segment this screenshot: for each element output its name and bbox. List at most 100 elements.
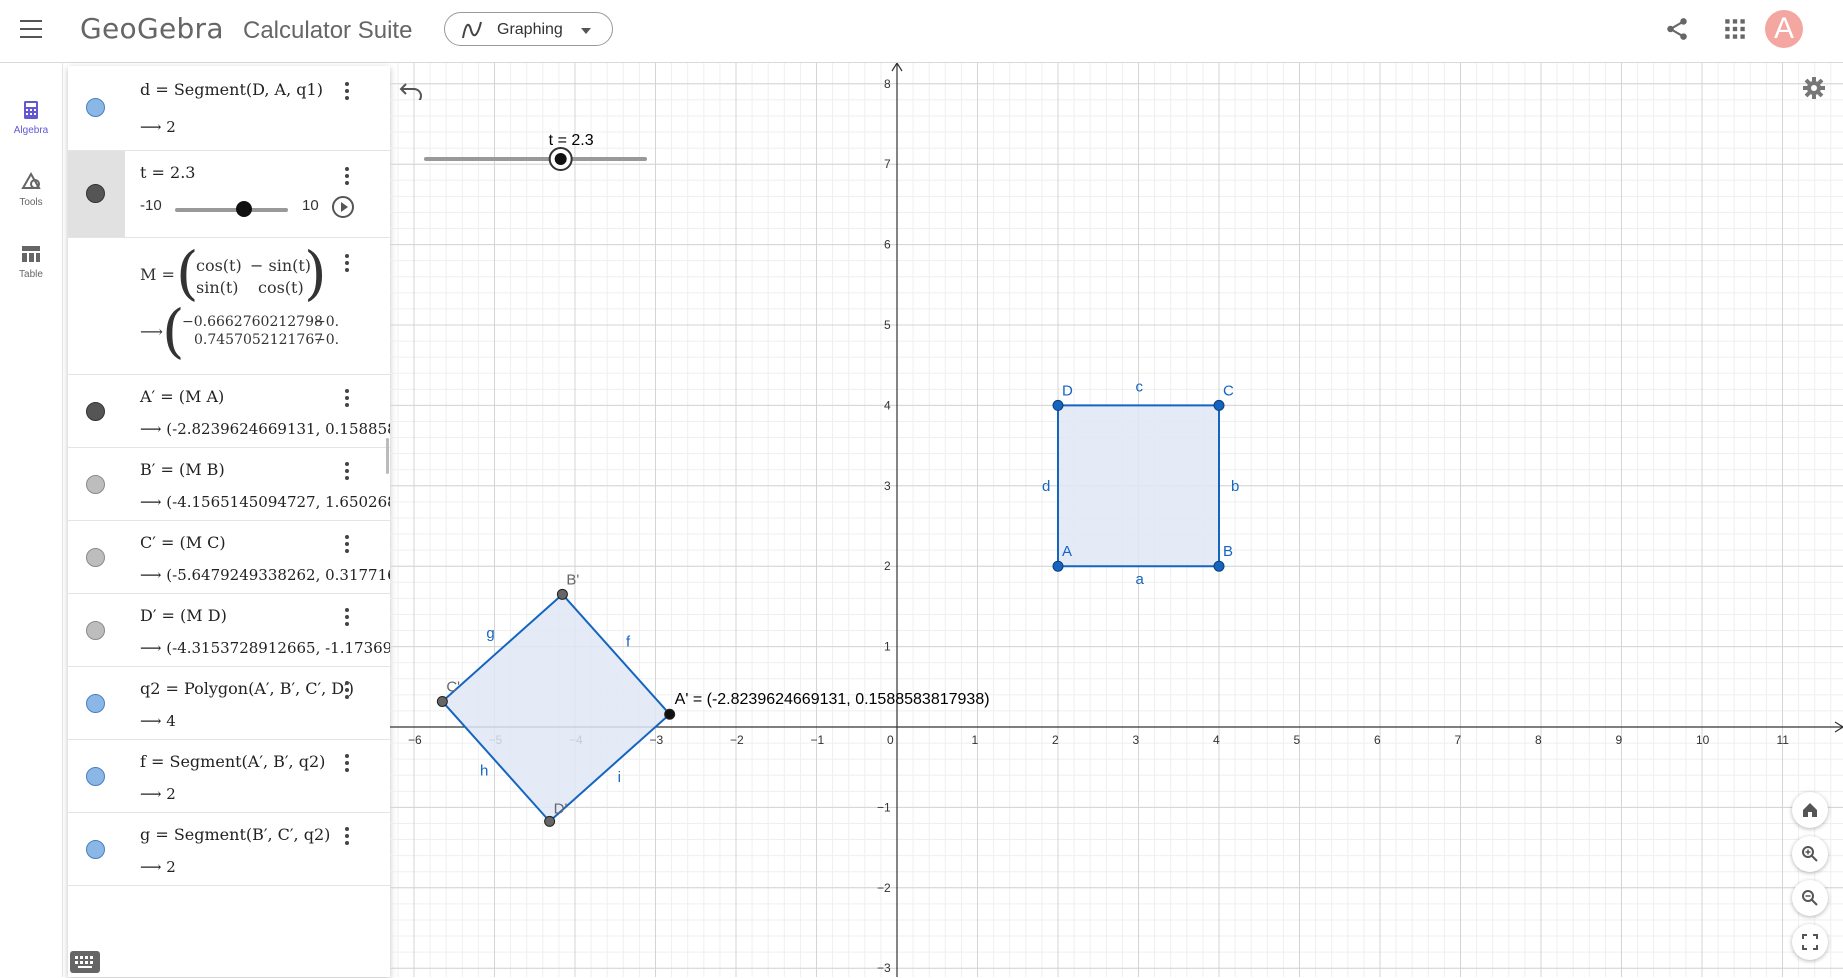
graphics-view[interactable]: −6−5−4−3−2−10123456789101187654321−1−2−3… [390, 63, 1843, 977]
row-expression[interactable]: d = Segment(D, A, q1) [140, 80, 323, 99]
rail-label-table: Table [19, 269, 43, 280]
algebra-row-b-prime[interactable]: B′ = (M B) ⟶ (-4.1565145094727, 1.650268… [68, 448, 390, 521]
rail-item-algebra[interactable]: Algebra [0, 99, 62, 159]
graphics-slider-handle[interactable] [554, 153, 567, 165]
y-tick-label: 7 [884, 157, 891, 171]
apps-grid-icon[interactable] [1722, 16, 1748, 42]
algebra-row-g[interactable]: g = Segment(B′, C′, q2) ⟶ 2 [68, 813, 390, 886]
y-tick-label: 8 [884, 77, 891, 91]
coordinate-plane[interactable]: −6−5−4−3−2−10123456789101187654321−1−2−3… [390, 63, 1843, 977]
point-label: D' [554, 800, 568, 817]
x-tick-label: 3 [1133, 733, 1140, 747]
algebra-row-f[interactable]: f = Segment(A′, B′, q2) ⟶ 2 [68, 740, 390, 813]
more-options-icon[interactable] [344, 462, 350, 480]
x-tick-label: 5 [1294, 733, 1301, 747]
row-expression[interactable]: g = Segment(B′, C′, q2) [140, 825, 330, 844]
undo-icon[interactable] [398, 78, 426, 100]
a-prime-caption: A' = (-2.8239624669131, 0.1588583817938) [675, 691, 990, 708]
more-options-icon[interactable] [344, 535, 350, 553]
algebra-scrollbar[interactable] [386, 438, 389, 474]
algebra-row-d-prime[interactable]: D′ = (M D) ⟶ (-4.3153728912665, -1.17369… [68, 594, 390, 667]
table-icon [22, 246, 40, 262]
tools-icon [21, 171, 41, 189]
y-tick-label: 6 [884, 238, 891, 252]
point-label: D [1062, 382, 1073, 399]
y-tick-label: 3 [884, 479, 891, 493]
point-A-prime[interactable] [664, 708, 676, 720]
rail-item-table[interactable]: Table [0, 243, 62, 303]
point-A[interactable] [1052, 560, 1064, 572]
row-expression[interactable]: t = 2.3 [140, 163, 195, 182]
slider-min: -10 [140, 197, 162, 214]
more-options-icon[interactable] [344, 608, 350, 626]
visibility-toggle[interactable] [86, 98, 105, 117]
y-tick-label: −3 [877, 961, 891, 975]
algebra-row-q2[interactable]: q2 = Polygon(A′, B′, C′, D′) ⟶ 4 [68, 667, 390, 740]
y-tick-label: −2 [877, 881, 891, 895]
row-expression[interactable]: f = Segment(A′, B′, q2) [140, 752, 325, 771]
point-B-prime[interactable] [556, 588, 568, 600]
zoom-in-button[interactable] [1792, 836, 1828, 872]
visibility-toggle[interactable] [86, 402, 105, 421]
point-D-prime[interactable] [544, 815, 556, 827]
row-expression[interactable]: q2 = Polygon(A′, B′, C′, D′) [140, 679, 354, 698]
x-tick-label: −2 [730, 733, 744, 747]
rail-item-tools[interactable]: Tools [0, 171, 62, 231]
algebra-row-d[interactable]: d = Segment(D, A, q1) ⟶ 2 [68, 66, 390, 151]
segment-label: f [626, 633, 631, 650]
segment-label: i [618, 769, 621, 786]
share-icon[interactable] [1664, 16, 1690, 42]
visibility-toggle[interactable] [86, 475, 105, 494]
polygon-q2[interactable] [442, 594, 670, 822]
fullscreen-button[interactable] [1792, 924, 1828, 960]
row-expression[interactable]: A′ = (M A) [140, 387, 224, 406]
more-options-icon[interactable] [344, 167, 350, 185]
zoom-out-button[interactable] [1792, 880, 1828, 916]
more-options-icon[interactable] [344, 389, 350, 407]
x-tick-label: 9 [1616, 733, 1623, 747]
visibility-toggle[interactable] [86, 694, 105, 713]
point-D[interactable] [1052, 399, 1064, 411]
visibility-toggle[interactable] [86, 767, 105, 786]
more-options-icon[interactable] [344, 82, 350, 100]
more-options-icon[interactable] [344, 681, 350, 699]
slider-handle[interactable] [236, 201, 252, 217]
more-options-icon[interactable] [344, 254, 350, 272]
app-picker-button[interactable]: Graphing [444, 12, 613, 46]
algebra-row-a-prime[interactable]: A′ = (M A) ⟶ (-2.8239624669131, 0.158858… [68, 375, 390, 448]
point-label: C [1223, 382, 1234, 399]
more-options-icon[interactable] [344, 827, 350, 845]
y-tick-label: 2 [884, 559, 891, 573]
algebra-row-m[interactable]: M = ( cos(t) − sin(t) sin(t) cos(t) ) ⟶ … [68, 238, 390, 375]
segment-label: a [1136, 571, 1145, 588]
visibility-toggle[interactable] [86, 621, 105, 640]
point-B[interactable] [1213, 560, 1225, 572]
menu-icon[interactable] [20, 20, 42, 38]
row-expression[interactable]: C′ = (M C) [140, 533, 226, 552]
algebra-row-t[interactable]: t = 2.3 -10 10 [68, 151, 390, 238]
point-C[interactable] [1213, 399, 1225, 411]
visibility-toggle[interactable] [86, 548, 105, 567]
visibility-toggle[interactable] [86, 184, 105, 203]
more-options-icon[interactable] [344, 754, 350, 772]
settings-gear-icon[interactable] [1802, 76, 1826, 100]
algebra-row-c-prime[interactable]: C′ = (M C) ⟶ (-5.6479249338262, 0.317716… [68, 521, 390, 594]
row-expression[interactable]: B′ = (M B) [140, 460, 225, 479]
play-icon[interactable] [332, 196, 354, 218]
x-tick-label: 0 [887, 733, 894, 747]
home-view-button[interactable] [1792, 792, 1828, 828]
point-label: B [1223, 543, 1233, 560]
zoom-out-icon [1802, 890, 1818, 906]
segment-label: d [1042, 478, 1050, 495]
visibility-toggle[interactable] [86, 840, 105, 859]
slider-track[interactable] [175, 208, 288, 212]
row-expression[interactable]: D′ = (M D) [140, 606, 227, 625]
avatar[interactable]: A [1765, 10, 1803, 48]
app-header: GeoGebra Calculator Suite Graphing A [0, 0, 1843, 63]
slider-max: 10 [302, 197, 319, 214]
x-tick-label: −6 [408, 733, 422, 747]
keyboard-icon[interactable] [70, 951, 100, 973]
algebra-panel: d = Segment(D, A, q1) ⟶ 2 t = 2.3 -10 10… [68, 66, 390, 977]
polygon-q1[interactable] [1058, 405, 1219, 567]
point-C-prime[interactable] [436, 695, 448, 707]
